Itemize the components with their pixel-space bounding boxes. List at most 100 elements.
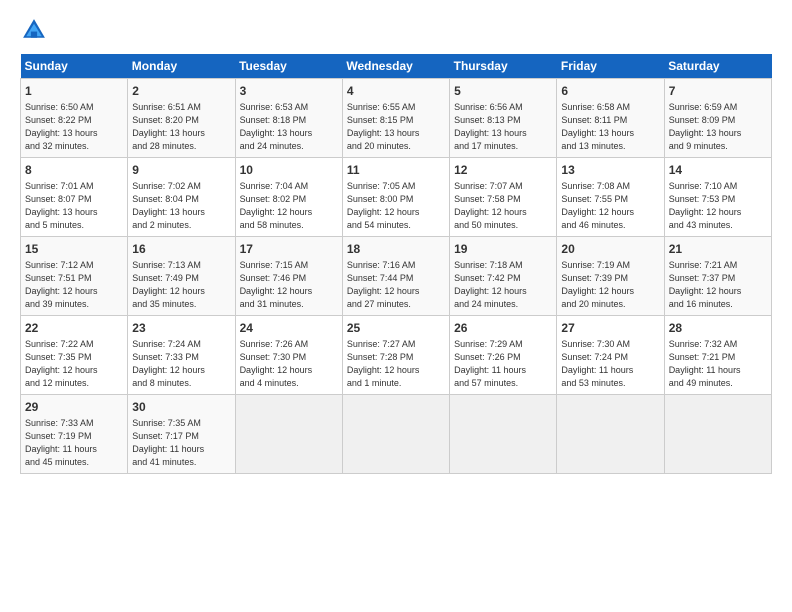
day-number: 24 bbox=[240, 320, 338, 337]
day-cell: 27Sunrise: 7:30 AM Sunset: 7:24 PM Dayli… bbox=[557, 315, 664, 394]
day-cell: 4Sunrise: 6:55 AM Sunset: 8:15 PM Daylig… bbox=[342, 79, 449, 158]
day-cell: 6Sunrise: 6:58 AM Sunset: 8:11 PM Daylig… bbox=[557, 79, 664, 158]
header-cell-monday: Monday bbox=[128, 54, 235, 79]
day-cell: 16Sunrise: 7:13 AM Sunset: 7:49 PM Dayli… bbox=[128, 236, 235, 315]
day-info: Sunrise: 6:59 AM Sunset: 8:09 PM Dayligh… bbox=[669, 101, 767, 153]
day-number: 26 bbox=[454, 320, 552, 337]
day-number: 15 bbox=[25, 241, 123, 258]
day-info: Sunrise: 6:50 AM Sunset: 8:22 PM Dayligh… bbox=[25, 101, 123, 153]
day-cell: 10Sunrise: 7:04 AM Sunset: 8:02 PM Dayli… bbox=[235, 157, 342, 236]
day-number: 30 bbox=[132, 399, 230, 416]
header bbox=[20, 16, 772, 44]
day-info: Sunrise: 7:21 AM Sunset: 7:37 PM Dayligh… bbox=[669, 259, 767, 311]
week-row-3: 22Sunrise: 7:22 AM Sunset: 7:35 PM Dayli… bbox=[21, 315, 772, 394]
header-cell-wednesday: Wednesday bbox=[342, 54, 449, 79]
day-number: 5 bbox=[454, 83, 552, 100]
header-cell-saturday: Saturday bbox=[664, 54, 771, 79]
day-cell: 2Sunrise: 6:51 AM Sunset: 8:20 PM Daylig… bbox=[128, 79, 235, 158]
day-cell: 9Sunrise: 7:02 AM Sunset: 8:04 PM Daylig… bbox=[128, 157, 235, 236]
day-cell bbox=[235, 394, 342, 473]
day-number: 8 bbox=[25, 162, 123, 179]
day-info: Sunrise: 7:30 AM Sunset: 7:24 PM Dayligh… bbox=[561, 338, 659, 390]
day-info: Sunrise: 7:22 AM Sunset: 7:35 PM Dayligh… bbox=[25, 338, 123, 390]
day-info: Sunrise: 7:35 AM Sunset: 7:17 PM Dayligh… bbox=[132, 417, 230, 469]
week-row-1: 8Sunrise: 7:01 AM Sunset: 8:07 PM Daylig… bbox=[21, 157, 772, 236]
day-info: Sunrise: 6:51 AM Sunset: 8:20 PM Dayligh… bbox=[132, 101, 230, 153]
day-info: Sunrise: 7:19 AM Sunset: 7:39 PM Dayligh… bbox=[561, 259, 659, 311]
header-cell-friday: Friday bbox=[557, 54, 664, 79]
day-info: Sunrise: 7:18 AM Sunset: 7:42 PM Dayligh… bbox=[454, 259, 552, 311]
day-cell: 15Sunrise: 7:12 AM Sunset: 7:51 PM Dayli… bbox=[21, 236, 128, 315]
day-cell: 25Sunrise: 7:27 AM Sunset: 7:28 PM Dayli… bbox=[342, 315, 449, 394]
day-number: 4 bbox=[347, 83, 445, 100]
day-info: Sunrise: 7:01 AM Sunset: 8:07 PM Dayligh… bbox=[25, 180, 123, 232]
day-number: 21 bbox=[669, 241, 767, 258]
week-row-0: 1Sunrise: 6:50 AM Sunset: 8:22 PM Daylig… bbox=[21, 79, 772, 158]
day-number: 17 bbox=[240, 241, 338, 258]
logo-icon bbox=[20, 16, 48, 44]
calendar-table: SundayMondayTuesdayWednesdayThursdayFrid… bbox=[20, 54, 772, 474]
day-cell: 22Sunrise: 7:22 AM Sunset: 7:35 PM Dayli… bbox=[21, 315, 128, 394]
day-number: 29 bbox=[25, 399, 123, 416]
day-info: Sunrise: 7:04 AM Sunset: 8:02 PM Dayligh… bbox=[240, 180, 338, 232]
day-number: 27 bbox=[561, 320, 659, 337]
day-cell bbox=[664, 394, 771, 473]
week-row-2: 15Sunrise: 7:12 AM Sunset: 7:51 PM Dayli… bbox=[21, 236, 772, 315]
day-info: Sunrise: 7:05 AM Sunset: 8:00 PM Dayligh… bbox=[347, 180, 445, 232]
day-info: Sunrise: 7:16 AM Sunset: 7:44 PM Dayligh… bbox=[347, 259, 445, 311]
day-cell: 26Sunrise: 7:29 AM Sunset: 7:26 PM Dayli… bbox=[450, 315, 557, 394]
day-info: Sunrise: 7:08 AM Sunset: 7:55 PM Dayligh… bbox=[561, 180, 659, 232]
header-cell-tuesday: Tuesday bbox=[235, 54, 342, 79]
day-cell: 23Sunrise: 7:24 AM Sunset: 7:33 PM Dayli… bbox=[128, 315, 235, 394]
day-number: 10 bbox=[240, 162, 338, 179]
header-cell-sunday: Sunday bbox=[21, 54, 128, 79]
day-number: 28 bbox=[669, 320, 767, 337]
day-number: 13 bbox=[561, 162, 659, 179]
day-info: Sunrise: 7:02 AM Sunset: 8:04 PM Dayligh… bbox=[132, 180, 230, 232]
day-info: Sunrise: 7:29 AM Sunset: 7:26 PM Dayligh… bbox=[454, 338, 552, 390]
day-info: Sunrise: 7:12 AM Sunset: 7:51 PM Dayligh… bbox=[25, 259, 123, 311]
day-cell bbox=[342, 394, 449, 473]
day-number: 2 bbox=[132, 83, 230, 100]
day-number: 9 bbox=[132, 162, 230, 179]
day-cell: 3Sunrise: 6:53 AM Sunset: 8:18 PM Daylig… bbox=[235, 79, 342, 158]
day-number: 11 bbox=[347, 162, 445, 179]
day-cell: 17Sunrise: 7:15 AM Sunset: 7:46 PM Dayli… bbox=[235, 236, 342, 315]
day-cell: 5Sunrise: 6:56 AM Sunset: 8:13 PM Daylig… bbox=[450, 79, 557, 158]
day-number: 18 bbox=[347, 241, 445, 258]
day-number: 1 bbox=[25, 83, 123, 100]
day-info: Sunrise: 6:56 AM Sunset: 8:13 PM Dayligh… bbox=[454, 101, 552, 153]
day-info: Sunrise: 6:55 AM Sunset: 8:15 PM Dayligh… bbox=[347, 101, 445, 153]
day-number: 12 bbox=[454, 162, 552, 179]
day-cell: 11Sunrise: 7:05 AM Sunset: 8:00 PM Dayli… bbox=[342, 157, 449, 236]
day-cell: 20Sunrise: 7:19 AM Sunset: 7:39 PM Dayli… bbox=[557, 236, 664, 315]
day-info: Sunrise: 7:26 AM Sunset: 7:30 PM Dayligh… bbox=[240, 338, 338, 390]
day-info: Sunrise: 6:53 AM Sunset: 8:18 PM Dayligh… bbox=[240, 101, 338, 153]
day-cell bbox=[557, 394, 664, 473]
day-cell: 29Sunrise: 7:33 AM Sunset: 7:19 PM Dayli… bbox=[21, 394, 128, 473]
page: SundayMondayTuesdayWednesdayThursdayFrid… bbox=[0, 0, 792, 612]
day-number: 16 bbox=[132, 241, 230, 258]
day-number: 6 bbox=[561, 83, 659, 100]
day-info: Sunrise: 7:15 AM Sunset: 7:46 PM Dayligh… bbox=[240, 259, 338, 311]
day-cell: 1Sunrise: 6:50 AM Sunset: 8:22 PM Daylig… bbox=[21, 79, 128, 158]
day-cell: 24Sunrise: 7:26 AM Sunset: 7:30 PM Dayli… bbox=[235, 315, 342, 394]
header-row: SundayMondayTuesdayWednesdayThursdayFrid… bbox=[21, 54, 772, 79]
day-number: 20 bbox=[561, 241, 659, 258]
day-cell: 30Sunrise: 7:35 AM Sunset: 7:17 PM Dayli… bbox=[128, 394, 235, 473]
day-cell bbox=[450, 394, 557, 473]
logo bbox=[20, 16, 52, 44]
day-info: Sunrise: 7:10 AM Sunset: 7:53 PM Dayligh… bbox=[669, 180, 767, 232]
day-cell: 13Sunrise: 7:08 AM Sunset: 7:55 PM Dayli… bbox=[557, 157, 664, 236]
header-cell-thursday: Thursday bbox=[450, 54, 557, 79]
week-row-4: 29Sunrise: 7:33 AM Sunset: 7:19 PM Dayli… bbox=[21, 394, 772, 473]
day-number: 7 bbox=[669, 83, 767, 100]
day-info: Sunrise: 7:33 AM Sunset: 7:19 PM Dayligh… bbox=[25, 417, 123, 469]
day-cell: 18Sunrise: 7:16 AM Sunset: 7:44 PM Dayli… bbox=[342, 236, 449, 315]
day-cell: 12Sunrise: 7:07 AM Sunset: 7:58 PM Dayli… bbox=[450, 157, 557, 236]
day-cell: 8Sunrise: 7:01 AM Sunset: 8:07 PM Daylig… bbox=[21, 157, 128, 236]
day-info: Sunrise: 7:07 AM Sunset: 7:58 PM Dayligh… bbox=[454, 180, 552, 232]
day-number: 23 bbox=[132, 320, 230, 337]
day-cell: 7Sunrise: 6:59 AM Sunset: 8:09 PM Daylig… bbox=[664, 79, 771, 158]
day-number: 3 bbox=[240, 83, 338, 100]
